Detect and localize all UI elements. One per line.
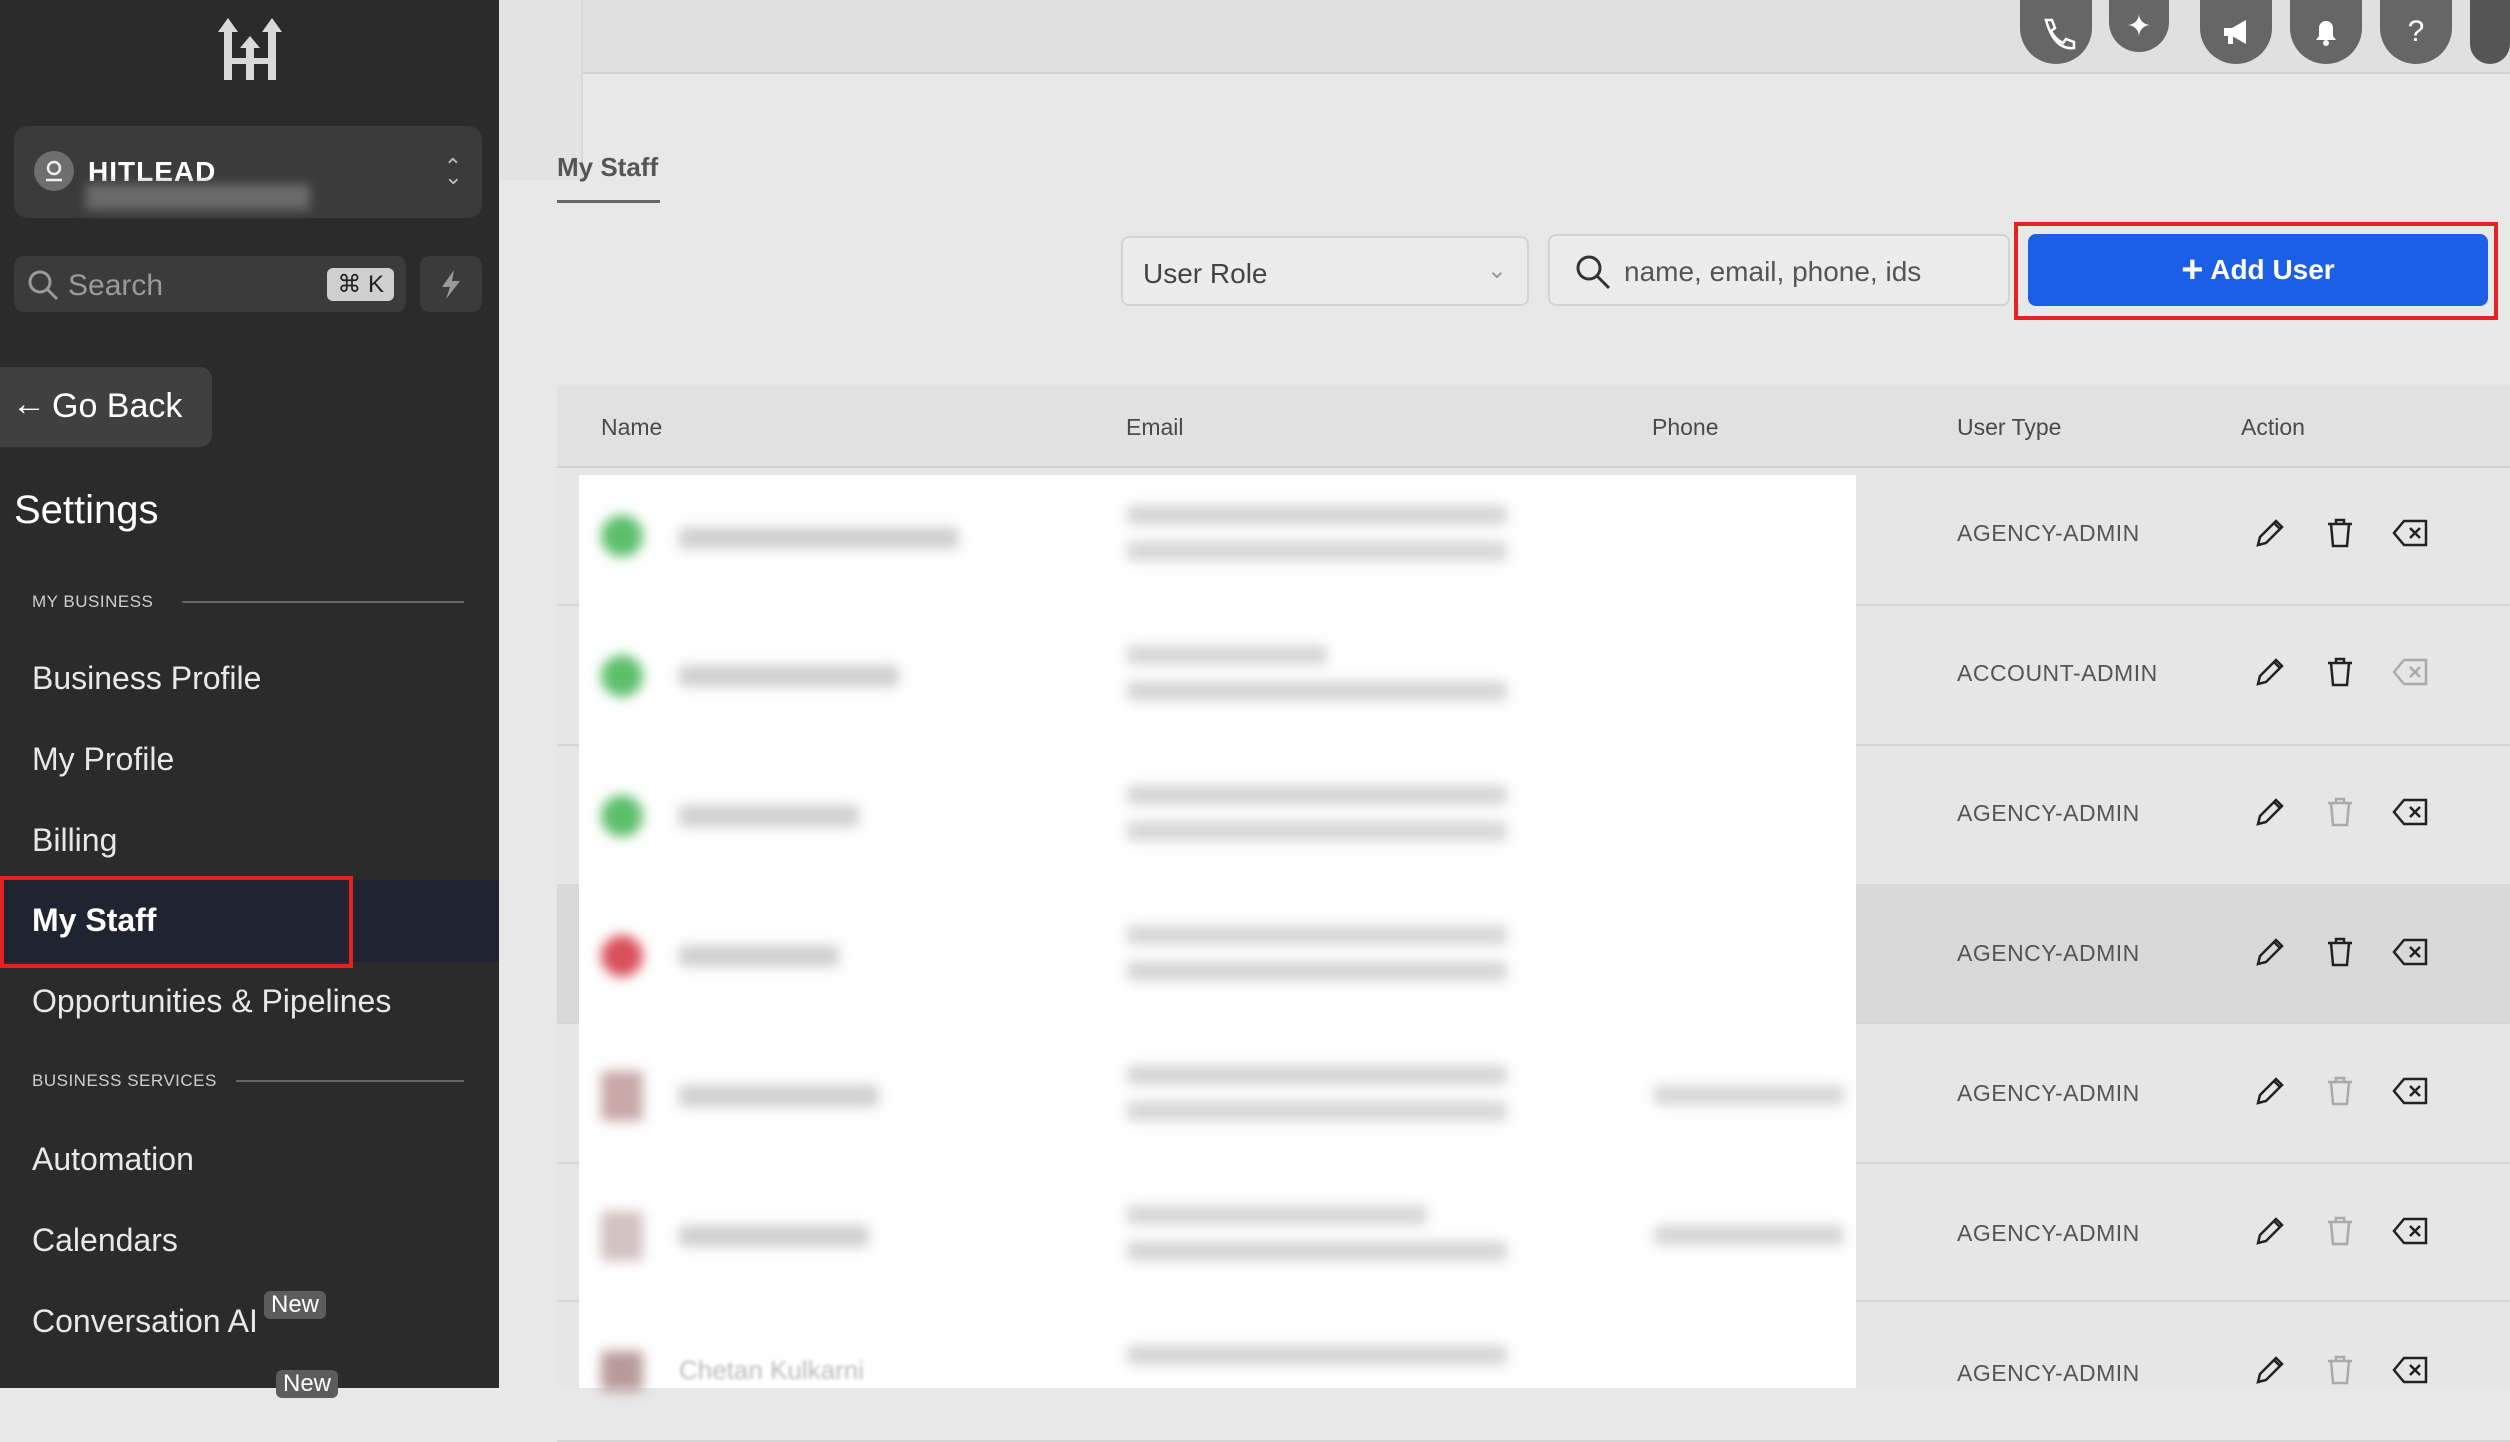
remove-user-icon[interactable] (2392, 515, 2430, 556)
chevron-down-icon: ⌄ (1486, 257, 1507, 284)
table-header (557, 386, 2510, 468)
nav-billing[interactable]: Billing (32, 822, 117, 859)
user-role-label: User Role (1143, 258, 1268, 289)
location-switcher[interactable]: HITLEAD ⌃ ⌃ (14, 126, 482, 218)
app-logo (218, 18, 282, 80)
edit-icon[interactable] (2252, 1213, 2288, 1254)
go-back-label: Go Back (52, 387, 183, 425)
section-business-services: BUSINESS SERVICES (32, 1071, 217, 1090)
search-icon (1576, 255, 1611, 290)
staff-name: Chetan Kulkarni (679, 1355, 864, 1385)
tab-my-staff[interactable]: My Staff (557, 152, 658, 183)
user-type-cell: ACCOUNT-ADMIN (1957, 660, 2158, 686)
edit-icon[interactable] (2252, 654, 2288, 695)
remove-user-icon[interactable] (2392, 934, 2430, 975)
sidebar-search[interactable]: Search ⌘ K (14, 256, 406, 312)
edit-icon[interactable] (2252, 515, 2288, 556)
trash-icon[interactable] (2322, 1352, 2358, 1393)
quick-action-button[interactable] (420, 256, 482, 312)
remove-user-icon[interactable] (2392, 794, 2430, 835)
user-type-cell: AGENCY-ADMIN (1957, 1080, 2140, 1106)
avatar[interactable] (2470, 0, 2510, 64)
trash-icon[interactable] (2322, 1213, 2358, 1254)
go-back-button[interactable]: ← Go Back (0, 367, 212, 447)
col-name: Name (601, 414, 663, 440)
nav-business-profile[interactable]: Business Profile (32, 660, 261, 697)
settings-title: Settings (14, 488, 159, 532)
divider (236, 1080, 464, 1082)
shortcut-badge: ⌘ K (327, 268, 394, 301)
edit-icon[interactable] (2252, 1352, 2288, 1393)
col-email: Email (1126, 414, 1184, 440)
search-placeholder: Search (68, 269, 164, 302)
divider (182, 601, 464, 603)
user-type-cell: AGENCY-ADMIN (1957, 1360, 2140, 1386)
edit-icon[interactable] (2252, 934, 2288, 975)
trash-icon[interactable] (2322, 794, 2358, 835)
new-badge: New (264, 1291, 327, 1319)
remove-user-icon[interactable] (2392, 1073, 2430, 1114)
col-user-type: User Type (1957, 414, 2062, 440)
nav-automation[interactable]: Automation (32, 1141, 194, 1178)
lightning-icon (442, 270, 460, 299)
search-icon (28, 270, 59, 301)
trash-icon[interactable] (2322, 1073, 2358, 1114)
section-my-business: MY BUSINESS (32, 592, 154, 611)
trash-icon[interactable] (2322, 934, 2358, 975)
edit-icon[interactable] (2252, 794, 2288, 835)
remove-user-icon[interactable] (2392, 1213, 2430, 1254)
remove-user-icon[interactable] (2392, 1352, 2430, 1393)
user-type-cell: AGENCY-ADMIN (1957, 800, 2140, 826)
edit-icon[interactable] (2252, 1073, 2288, 1114)
nav-conversation-ai[interactable]: Conversation AI (32, 1303, 258, 1340)
search-placeholder: name, email, phone, ids (1624, 256, 1922, 287)
user-role-select[interactable]: User Role ⌄ (1121, 236, 1529, 306)
user-type-cell: AGENCY-ADMIN (1957, 1220, 2140, 1246)
user-type-cell: AGENCY-ADMIN (1957, 940, 2140, 966)
new-badge-2: New (276, 1370, 339, 1398)
arrow-left-icon: ← (12, 385, 46, 423)
location-pin-icon (34, 151, 74, 191)
chevron-updown-icon: ⌃ ⌃ (443, 154, 462, 188)
nav-opportunities-pipelines[interactable]: Opportunities & Pipelines (32, 983, 391, 1020)
col-action: Action (2241, 414, 2305, 440)
remove-user-icon[interactable] (2392, 654, 2430, 695)
user-type-cell: AGENCY-ADMIN (1957, 520, 2140, 546)
location-address-redacted (86, 184, 310, 210)
col-phone: Phone (1652, 414, 1719, 440)
nav-my-profile[interactable]: My Profile (32, 741, 174, 778)
redacted-area: Chetan Kulkarni (579, 475, 1856, 1391)
highlight-add-user (2014, 222, 2498, 320)
trash-icon[interactable] (2322, 654, 2358, 695)
tab-underline (557, 200, 660, 203)
trash-icon[interactable] (2322, 515, 2358, 556)
staff-search-input[interactable]: name, email, phone, ids (1548, 234, 2010, 306)
nav-calendars[interactable]: Calendars (32, 1222, 178, 1259)
highlight-my-staff (0, 876, 353, 968)
sidebar: HITLEAD ⌃ ⌃ Search ⌘ K ← Go Back Settings… (0, 0, 499, 1398)
